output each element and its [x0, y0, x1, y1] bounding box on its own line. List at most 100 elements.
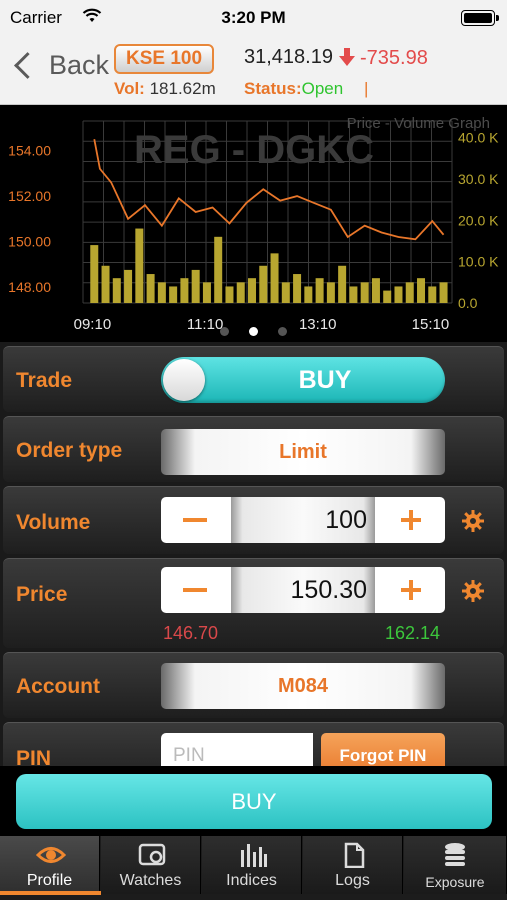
price-stepper[interactable]: 150.30 [161, 567, 445, 613]
tab-exposure[interactable]: Exposure [404, 836, 507, 894]
volume-stepper[interactable]: 100 [161, 497, 445, 543]
tab-label: Exposure [425, 874, 485, 890]
volume-bar [101, 265, 110, 303]
pin-label: PIN [16, 747, 52, 766]
status-separator: | [363, 79, 369, 98]
volume-bar [338, 265, 347, 303]
account-label: Account [16, 675, 100, 698]
index-change: -735.98 [360, 47, 428, 69]
tab-label: Watches [119, 872, 182, 889]
volume-bar [169, 286, 178, 303]
bar-chart-icon [241, 844, 267, 867]
price-upper-limit: 162.14 [385, 623, 441, 643]
quote-header: Back KSE 100 Vol: 181.62m 31,418.19 -735… [0, 36, 507, 105]
tab-label: Indices [226, 872, 277, 889]
volume-bar [259, 265, 268, 303]
account-row: Account M084 [3, 652, 504, 718]
volume-decrement-button[interactable] [183, 518, 207, 522]
volume-bar [90, 245, 99, 303]
volume-bar [146, 274, 155, 303]
tab-indices[interactable]: Indices [202, 836, 302, 894]
volume-bar [248, 278, 257, 303]
volume-settings-gear-icon[interactable] [461, 509, 485, 533]
buy-bar: BUY [0, 766, 507, 836]
market-status: Status:Open | [244, 79, 368, 99]
volume-bar [270, 253, 279, 303]
clock: 3:20 PM [221, 8, 286, 27]
eye-icon [36, 847, 66, 863]
price-volume-chart[interactable]: REG - DGKC Price - Volume Graph 154.00 15… [0, 105, 507, 342]
price-settings-gear-icon[interactable] [461, 579, 485, 603]
pin-input[interactable] [161, 733, 313, 766]
page-dot-active[interactable] [249, 327, 258, 336]
volume-bar [360, 282, 369, 303]
volume-bar [112, 278, 121, 303]
y-right-tick-label: 20.0 K [458, 212, 499, 228]
vol-label: Vol: [114, 79, 145, 98]
y-left-tick-label: 148.00 [8, 279, 51, 295]
volume-bar [439, 282, 448, 303]
volume-bar [180, 278, 189, 303]
y-right-tick-label: 0.0 [458, 295, 478, 311]
tab-label: Profile [26, 872, 73, 889]
volume-label: Volume [16, 511, 91, 534]
order-type-row: Order type Limit [3, 416, 504, 482]
volume-bar [191, 269, 200, 303]
volume-bar [371, 278, 380, 303]
buy-button[interactable]: BUY [16, 774, 492, 829]
watch-card-icon [138, 843, 166, 866]
price-decrement-button[interactable] [183, 588, 207, 592]
price-value[interactable]: 150.30 [291, 567, 367, 613]
back-button[interactable]: Back [12, 50, 109, 81]
price-row: Price 150.30 146.70 162.14 [3, 558, 504, 648]
y-right-tick-label: 30.0 K [458, 171, 499, 187]
tab-logs[interactable]: Logs [303, 836, 403, 894]
index-name-badge[interactable]: KSE 100 [114, 44, 214, 74]
chart-svg: REG - DGKC Price - Volume Graph 154.0015… [8, 115, 499, 333]
volume-bar [315, 278, 324, 303]
index-value: 31,418.19 [244, 46, 333, 68]
account-select[interactable]: M084 [161, 663, 445, 709]
status-value: Open [301, 79, 344, 98]
volume-bar [383, 290, 392, 303]
status-label: Status: [244, 79, 302, 98]
vol-value: 181.62m [149, 79, 216, 98]
volume-value[interactable]: 100 [325, 497, 367, 543]
volume-bar [304, 286, 313, 303]
document-icon [344, 842, 365, 868]
volume-bar [417, 278, 426, 303]
trade-label: Trade [16, 369, 73, 392]
order-form: Trade BUY Order type Limit Volume 100 Pr… [0, 342, 507, 766]
volume-bar [202, 282, 211, 303]
status-bar: Carrier 3:20 PM [0, 0, 507, 36]
forgot-pin-button[interactable]: Forgot PIN [321, 733, 445, 766]
chart-watermark: REG - DGKC [134, 128, 374, 172]
volume-bar [225, 286, 234, 303]
page-dot[interactable] [278, 327, 287, 336]
page-dot[interactable] [220, 327, 229, 336]
pin-row: PIN Forgot PIN [3, 722, 504, 766]
coins-stack-icon [445, 843, 465, 866]
active-tab-indicator [0, 891, 101, 895]
y-left-tick-label: 150.00 [8, 234, 51, 250]
volume-bar [281, 282, 290, 303]
volume-bar [428, 286, 437, 303]
y-right-tick-label: 40.0 K [458, 130, 499, 146]
page-indicator[interactable] [0, 323, 507, 341]
tab-profile[interactable]: Profile [0, 836, 100, 894]
volume-bar [124, 269, 133, 303]
tab-watches[interactable]: Watches [101, 836, 201, 894]
volume-bar [214, 236, 223, 303]
volume-bar [236, 282, 245, 303]
volume-bar [349, 286, 358, 303]
toggle-knob[interactable] [163, 359, 205, 401]
battery-icon [461, 10, 499, 26]
trade-side-toggle[interactable]: BUY [161, 357, 445, 403]
volume-increment-button[interactable] [401, 510, 421, 530]
tab-bar: Profile Watches Indices Logs Exposure [0, 836, 507, 900]
volume-bar [135, 228, 144, 303]
chevron-left-icon [14, 52, 41, 79]
price-increment-button[interactable] [401, 580, 421, 600]
trade-side-value: BUY [298, 366, 352, 394]
order-type-select[interactable]: Limit [161, 429, 445, 475]
